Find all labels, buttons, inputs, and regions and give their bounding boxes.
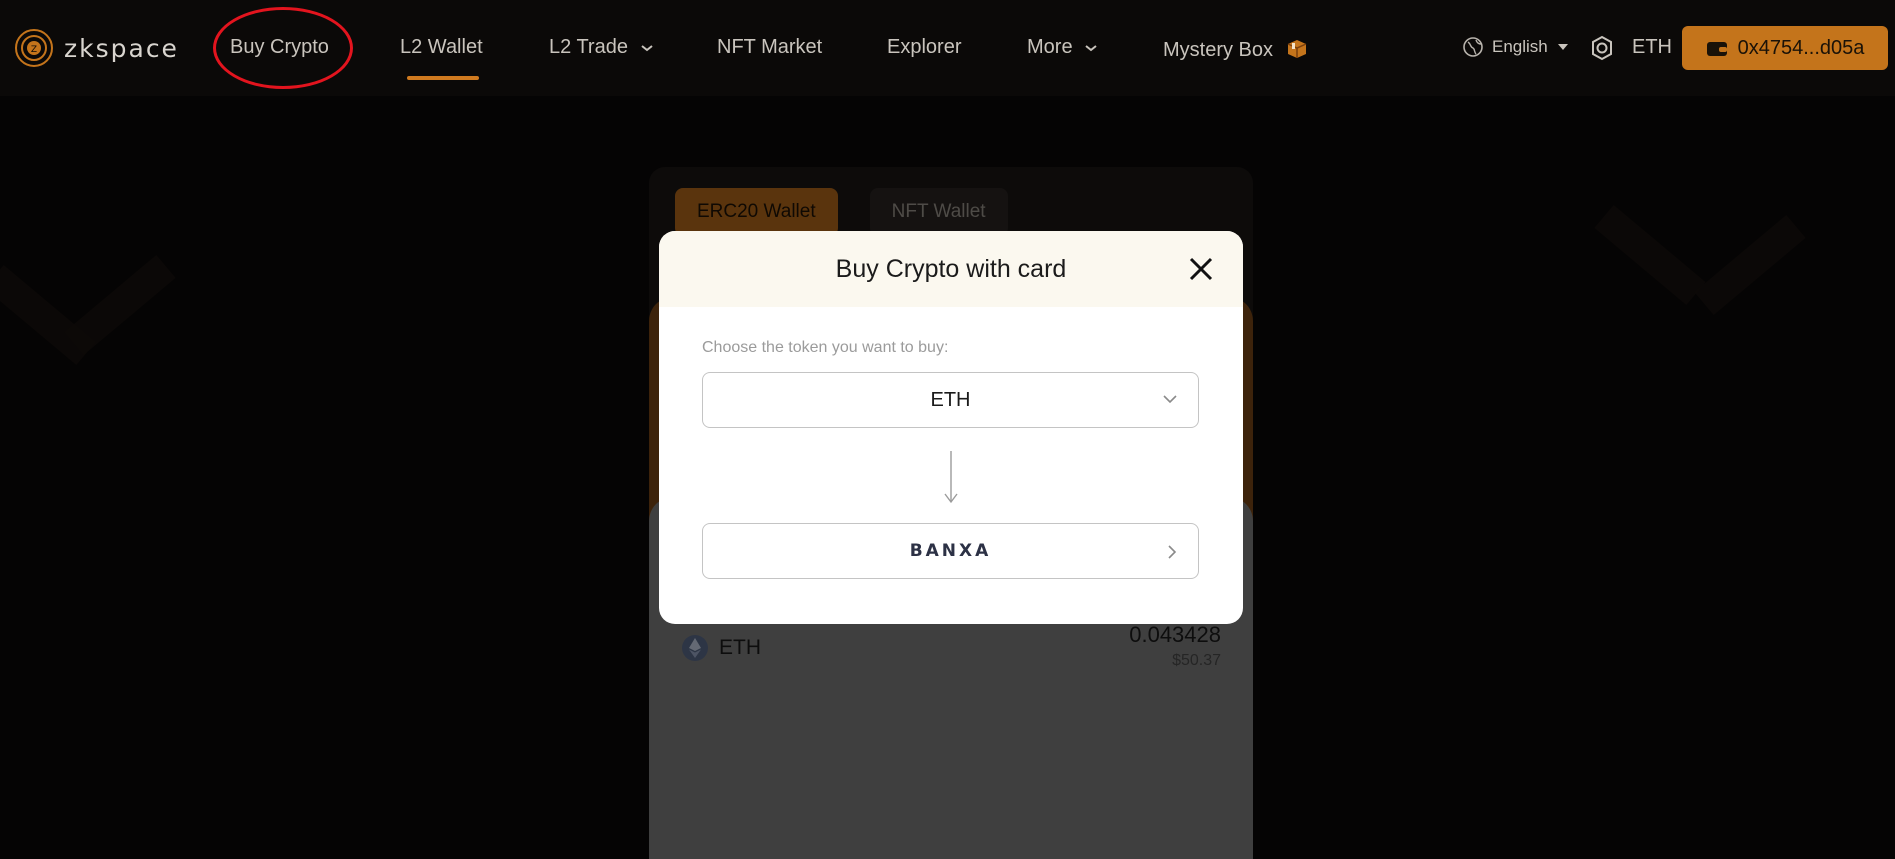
chevron-down-icon	[1163, 395, 1177, 404]
selected-token: ETH	[930, 388, 971, 411]
caret-down-icon	[1557, 44, 1568, 50]
nav-more[interactable]: More	[1027, 36, 1098, 59]
active-tab-indicator	[407, 76, 479, 80]
annotation-circle	[213, 7, 353, 89]
wallet-address-button[interactable]: 0x4754...d05a	[1682, 26, 1888, 70]
nav-l2-trade[interactable]: L2 Trade	[549, 36, 654, 59]
nav-l2-wallet[interactable]: L2 Wallet	[400, 36, 483, 59]
network-label[interactable]: ETH	[1632, 36, 1672, 59]
globe-icon	[1463, 37, 1483, 57]
nav-explorer[interactable]: Explorer	[887, 36, 961, 59]
wallet-address: 0x4754...d05a	[1737, 36, 1865, 59]
arrow-down-icon	[944, 451, 958, 504]
chevron-right-icon	[1168, 545, 1177, 559]
svg-text:Z: Z	[31, 45, 37, 55]
banxa-logo-text: BANXA	[909, 541, 992, 561]
nav-l2-trade-label: L2 Trade	[549, 36, 628, 58]
top-navigation-bar: Z zkspace Buy Crypto L2 Wallet L2 Trade …	[0, 0, 1895, 96]
wallet-icon	[1706, 42, 1727, 56]
banxa-logo: BANXA	[910, 541, 992, 561]
chevron-down-icon	[1085, 44, 1097, 51]
logo-text: zkspace	[64, 33, 179, 63]
buy-crypto-modal: Buy Crypto with card Choose the token yo…	[659, 231, 1243, 624]
close-icon[interactable]	[1189, 257, 1213, 281]
language-selector[interactable]: English	[1462, 36, 1570, 58]
zkspace-logo-icon: Z	[15, 29, 53, 67]
gift-box-icon	[1287, 40, 1306, 58]
chevron-down-icon	[640, 44, 653, 51]
logo[interactable]: Z zkspace	[14, 28, 179, 68]
nav-mystery-box[interactable]: Mystery Box	[1163, 36, 1309, 62]
banxa-provider-button[interactable]: BANXA	[702, 523, 1199, 579]
nav-mystery-box-label: Mystery Box	[1163, 39, 1274, 61]
token-select[interactable]: ETH	[702, 372, 1199, 428]
modal-header: Buy Crypto with card	[659, 231, 1243, 307]
choose-token-label: Choose the token you want to buy:	[702, 339, 949, 356]
modal-title: Buy Crypto with card	[835, 254, 1067, 283]
language-label: English	[1492, 37, 1548, 56]
settings-hexagon-icon[interactable]	[1588, 34, 1616, 62]
nav-nft-market[interactable]: NFT Market	[717, 36, 822, 59]
nav-more-label: More	[1027, 36, 1073, 58]
